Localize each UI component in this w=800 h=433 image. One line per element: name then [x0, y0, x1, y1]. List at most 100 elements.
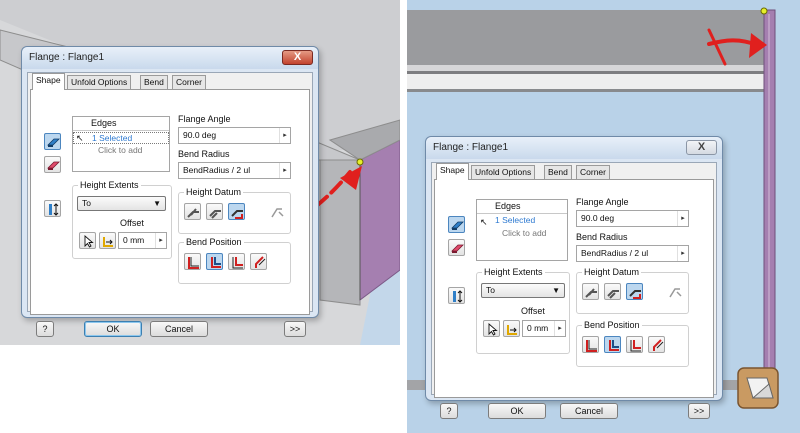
left-screenshot-panel: Flange : Flange1 X Shape Unfold Options … — [0, 0, 400, 433]
datum-option-2-button-2[interactable] — [604, 283, 621, 300]
offset-label: Offset — [120, 218, 144, 228]
edges-hint: Click to add — [98, 145, 143, 155]
right-screenshot-panel: Flange : Flange1 X Shape Unfold Options … — [407, 0, 800, 433]
bend-position-1-icon — [188, 257, 199, 269]
bend-radius-field[interactable]: BendRadius / 2 ul ▸ — [178, 162, 291, 179]
datum-align-icon — [271, 208, 284, 218]
bend-position-3-button-2[interactable] — [626, 336, 643, 353]
offset-direction-button-2[interactable] — [503, 320, 520, 337]
dialog-titlebar: Flange : Flange1 X — [22, 47, 318, 69]
offset-value: 0 mm — [123, 235, 145, 245]
bend-position-2-icon — [211, 257, 221, 268]
help-button[interactable]: ? — [36, 321, 54, 337]
datum-align-button[interactable] — [268, 203, 285, 220]
edge-select-button-2[interactable] — [448, 216, 465, 233]
close-button[interactable]: X — [282, 50, 313, 65]
offset-direction-icon-2 — [507, 325, 517, 335]
datum-option-1-icon — [187, 208, 199, 218]
flange-angle-field-2[interactable]: 90.0 deg ▸ — [576, 210, 689, 227]
cursor-select-icon — [84, 235, 94, 248]
offset-label-2: Offset — [521, 306, 545, 316]
datum-option-1-button-2[interactable] — [582, 283, 599, 300]
edge-select-button[interactable] — [44, 133, 61, 150]
edges-list-2[interactable]: Edges ↖ 1 Selected Click to add — [476, 199, 568, 261]
offset-arrow[interactable]: ▸ — [155, 233, 166, 248]
bend-position-3-button[interactable] — [228, 253, 245, 270]
flange-angle-value-2: 90.0 deg — [581, 213, 615, 223]
flange-angle-arrow[interactable]: ▸ — [279, 128, 290, 143]
datum-option-2-icon-2 — [607, 290, 619, 299]
cancel-button[interactable]: Cancel — [150, 321, 208, 337]
height-extents-label-2: Height Extents — [482, 267, 545, 277]
offset-direction-icon — [103, 237, 113, 247]
tab-shape-2[interactable]: Shape — [436, 163, 469, 180]
edges-selected-row[interactable]: 1 Selected — [73, 132, 169, 144]
edge-select-icon-2 — [451, 221, 464, 230]
datum-option-1-button[interactable] — [184, 203, 201, 220]
bend-position-label: Bend Position — [184, 237, 244, 247]
bend-position-4-icon-2 — [653, 339, 664, 351]
close-button-2[interactable]: X — [686, 140, 717, 155]
tab-corner[interactable]: Corner — [172, 75, 206, 89]
height-extents-select[interactable]: To ▼ — [77, 196, 166, 211]
bend-radius-value: BendRadius / 2 ul — [183, 165, 251, 175]
more-button-2[interactable]: >> — [688, 403, 710, 419]
edges-list[interactable]: Edges ↖ 1 Selected Click to add — [72, 116, 170, 172]
bend-position-3-icon-2 — [630, 340, 641, 352]
more-button[interactable]: >> — [284, 321, 306, 337]
bend-position-4-button[interactable] — [250, 253, 267, 270]
edges-selected-row-2[interactable]: 1 Selected — [477, 215, 567, 227]
offset-field[interactable]: 0 mm ▸ — [118, 232, 167, 249]
flip-direction-icon — [49, 203, 59, 216]
tab-unfold-options[interactable]: Unfold Options — [67, 75, 132, 89]
datum-option-1-icon-2 — [585, 288, 597, 298]
edges-header: Edges — [73, 117, 169, 131]
flange-dialog-2: Flange : Flange1 X Shape Unfold Options … — [425, 136, 723, 419]
tab-bend-2[interactable]: Bend — [544, 165, 572, 179]
bend-radius-arrow[interactable]: ▸ — [279, 163, 290, 178]
select-geometry-button[interactable] — [79, 232, 96, 249]
flip-direction-button[interactable] — [44, 200, 61, 217]
datum-option-3-icon — [231, 210, 243, 219]
face-select-icon-2 — [451, 244, 464, 253]
datum-option-3-button-2[interactable] — [626, 283, 643, 300]
tab-unfold-options-2[interactable]: Unfold Options — [471, 165, 536, 179]
bend-position-1-button[interactable] — [184, 253, 201, 270]
datum-align-icon-2 — [669, 288, 682, 298]
datum-option-2-icon — [209, 210, 221, 219]
bend-radius-value-2: BendRadius / 2 ul — [581, 248, 649, 258]
height-extents-select-2[interactable]: To ▼ — [481, 283, 565, 298]
face-select-button[interactable] — [44, 156, 61, 173]
tab-corner-2[interactable]: Corner — [576, 165, 610, 179]
bend-position-1-icon-2 — [586, 340, 597, 352]
datum-align-button-2[interactable] — [666, 283, 683, 300]
datum-option-3-button[interactable] — [228, 203, 245, 220]
height-extents-label: Height Extents — [78, 180, 141, 190]
ok-button[interactable]: OK — [84, 321, 142, 337]
tab-bend[interactable]: Bend — [140, 75, 168, 89]
edges-hint-2: Click to add — [502, 228, 547, 238]
flange-angle-arrow-2[interactable]: ▸ — [677, 211, 688, 226]
select-geometry-button-2[interactable] — [483, 320, 500, 337]
datum-option-2-button[interactable] — [206, 203, 223, 220]
bend-position-2-button-2[interactable] — [604, 336, 621, 353]
face-select-button-2[interactable] — [448, 239, 465, 256]
tab-shape[interactable]: Shape — [32, 73, 65, 90]
flip-direction-button-2[interactable] — [448, 287, 465, 304]
offset-arrow-2[interactable]: ▸ — [554, 321, 565, 336]
cancel-button-2[interactable]: Cancel — [560, 403, 618, 419]
flange-angle-field[interactable]: 90.0 deg ▸ — [178, 127, 291, 144]
bend-position-1-button-2[interactable] — [582, 336, 599, 353]
shape-tab-page-2: Edges ↖ 1 Selected Click to add Flange A… — [434, 179, 714, 398]
ok-button-2[interactable]: OK — [488, 403, 546, 419]
help-button-2[interactable]: ? — [440, 403, 458, 419]
offset-value-2: 0 mm — [527, 323, 549, 333]
bend-radius-field-2[interactable]: BendRadius / 2 ul ▸ — [576, 245, 689, 262]
bend-position-2-button[interactable] — [206, 253, 223, 270]
offset-field-2[interactable]: 0 mm ▸ — [522, 320, 566, 337]
offset-direction-button[interactable] — [99, 232, 116, 249]
chevron-down-icon: ▼ — [153, 199, 161, 208]
bend-radius-arrow-2[interactable]: ▸ — [677, 246, 688, 261]
bend-position-4-button-2[interactable] — [648, 336, 665, 353]
flange-angle-label-2: Flange Angle — [576, 197, 629, 207]
